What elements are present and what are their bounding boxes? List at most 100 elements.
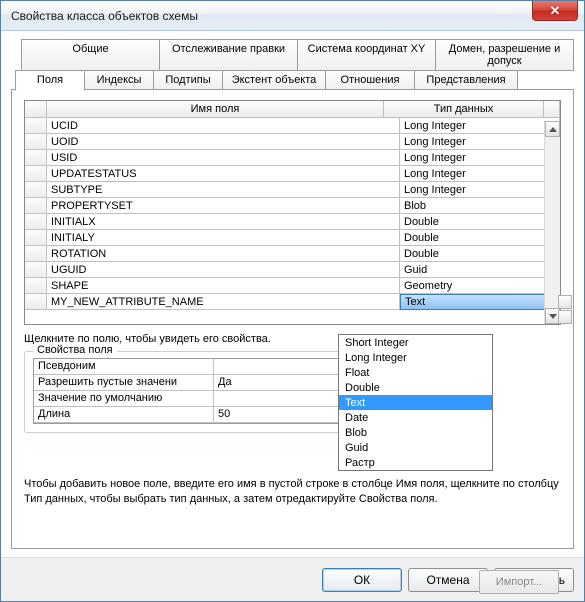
field-name-cell[interactable]: INITIALY bbox=[47, 230, 400, 246]
tab-3-upper[interactable]: Домен, разрешение и допуск bbox=[435, 39, 574, 71]
field-name-cell[interactable]: UOID bbox=[47, 134, 400, 150]
property-row[interactable]: Значение по умолчанию bbox=[34, 391, 352, 407]
table-row[interactable]: UCIDLong Integer bbox=[25, 118, 560, 134]
field-type-cell[interactable]: Long Integer bbox=[400, 182, 560, 198]
nub-1[interactable] bbox=[558, 295, 572, 309]
grid-header-type[interactable]: Тип данных bbox=[384, 101, 544, 118]
dropdown-option[interactable]: Растр bbox=[339, 455, 492, 470]
field-type-cell[interactable]: Long Integer bbox=[400, 118, 560, 134]
table-row[interactable]: UGUIDGuid bbox=[25, 262, 560, 278]
field-type-cell[interactable]: Geometry bbox=[400, 278, 560, 294]
field-name-cell[interactable]: ROTATION bbox=[47, 246, 400, 262]
table-row[interactable]: INITIALYDouble bbox=[25, 230, 560, 246]
grid-header: Имя поля Тип данных bbox=[25, 101, 560, 118]
row-header[interactable] bbox=[25, 166, 47, 182]
content-area: ОбщиеОтслеживание правкиСистема координа… bbox=[1, 31, 584, 557]
dropdown-option[interactable]: Guid bbox=[339, 440, 492, 455]
tab-5-lower[interactable]: Представления bbox=[414, 70, 518, 90]
dropdown-option[interactable]: Float bbox=[339, 365, 492, 380]
field-name-cell[interactable]: UCID bbox=[47, 118, 400, 134]
field-name-cell[interactable]: UGUID bbox=[47, 262, 400, 278]
field-type-cell[interactable]: Double bbox=[400, 214, 560, 230]
table-row[interactable]: USIDLong Integer bbox=[25, 150, 560, 166]
grid-header-scroll-gap bbox=[544, 101, 560, 118]
scroll-up-button[interactable] bbox=[545, 121, 560, 137]
field-type-cell[interactable]: Double bbox=[400, 246, 560, 262]
close-icon: ✕ bbox=[550, 3, 561, 19]
tab-0-lower[interactable]: Поля bbox=[15, 70, 85, 91]
field-name-cell[interactable]: USID bbox=[47, 150, 400, 166]
table-row[interactable]: PROPERTYSETBlob bbox=[25, 198, 560, 214]
nub-2[interactable] bbox=[558, 310, 572, 324]
row-header[interactable] bbox=[25, 246, 47, 262]
property-row[interactable]: Разрешить пустые значениДа bbox=[34, 375, 352, 391]
property-key: Псевдоним bbox=[34, 359, 214, 375]
row-header[interactable] bbox=[25, 278, 47, 294]
property-row[interactable]: Длина50 bbox=[34, 407, 352, 423]
property-value[interactable] bbox=[214, 359, 352, 375]
table-row[interactable]: SHAPEGeometry bbox=[25, 278, 560, 294]
tab-3-lower[interactable]: Экстент объекта bbox=[222, 70, 326, 90]
tab-2-lower[interactable]: Подтипы bbox=[153, 70, 223, 90]
row-header[interactable] bbox=[25, 198, 47, 214]
table-row[interactable]: INITIALXDouble bbox=[25, 214, 560, 230]
field-name-cell[interactable]: UPDATESTATUS bbox=[47, 166, 400, 182]
field-name-cell[interactable]: PROPERTYSET bbox=[47, 198, 400, 214]
row-header[interactable] bbox=[25, 294, 47, 310]
table-row[interactable]: ROTATIONDouble bbox=[25, 246, 560, 262]
grid-header-name[interactable]: Имя поля bbox=[47, 101, 384, 118]
dropdown-option[interactable]: Text bbox=[339, 395, 492, 410]
window-title: Свойства класса объектов схемы bbox=[11, 9, 198, 23]
row-header[interactable] bbox=[25, 230, 47, 246]
dialog-window: Свойства класса объектов схемы ✕ ОбщиеОт… bbox=[0, 0, 585, 602]
field-type-cell[interactable]: Double bbox=[400, 230, 560, 246]
field-name-cell[interactable]: MY_NEW_ATTRIBUTE_NAME bbox=[47, 294, 400, 310]
tab-1-upper[interactable]: Отслеживание правки bbox=[159, 39, 298, 71]
field-type-cell[interactable]: Long Integer bbox=[400, 134, 560, 150]
row-header[interactable] bbox=[25, 214, 47, 230]
datatype-dropdown[interactable]: Short IntegerLong IntegerFloatDoubleText… bbox=[338, 334, 493, 471]
dropdown-option[interactable]: Short Integer bbox=[339, 335, 492, 350]
field-type-cell[interactable]: Text bbox=[400, 294, 560, 310]
property-value[interactable] bbox=[214, 391, 352, 407]
table-row[interactable]: SUBTYPELong Integer bbox=[25, 182, 560, 198]
table-row[interactable]: MY_NEW_ATTRIBUTE_NAMEText bbox=[25, 294, 560, 310]
row-header[interactable] bbox=[25, 150, 47, 166]
table-row[interactable]: UPDATESTATUSLong Integer bbox=[25, 166, 560, 182]
grid-header-rowhead bbox=[25, 101, 47, 118]
dropdown-option[interactable]: Blob bbox=[339, 425, 492, 440]
property-key: Разрешить пустые значени bbox=[34, 375, 214, 391]
import-button[interactable]: Импорт... bbox=[479, 570, 559, 594]
side-scroll-nubs bbox=[557, 294, 573, 325]
tab-row-lower: ПоляИндексыПодтипыЭкстент объектаОтношен… bbox=[15, 70, 574, 90]
tab-2-upper[interactable]: Система координат XY bbox=[297, 39, 436, 71]
cancel-button[interactable]: Отмена bbox=[408, 568, 488, 592]
property-row[interactable]: Псевдоним bbox=[34, 359, 352, 375]
row-header[interactable] bbox=[25, 182, 47, 198]
table-row[interactable]: UOIDLong Integer bbox=[25, 134, 560, 150]
import-button-label: Импорт... bbox=[496, 576, 542, 588]
field-name-cell[interactable]: SHAPE bbox=[47, 278, 400, 294]
field-name-cell[interactable]: SUBTYPE bbox=[47, 182, 400, 198]
dropdown-option[interactable]: Double bbox=[339, 380, 492, 395]
tab-0-upper[interactable]: Общие bbox=[21, 39, 160, 71]
property-value[interactable]: Да bbox=[214, 375, 352, 391]
field-type-cell[interactable]: Long Integer bbox=[400, 150, 560, 166]
field-type-cell[interactable]: Long Integer bbox=[400, 166, 560, 182]
close-button[interactable]: ✕ bbox=[532, 1, 578, 21]
tab-4-lower[interactable]: Отношения bbox=[325, 70, 415, 90]
tab-row-upper: ОбщиеОтслеживание правкиСистема координа… bbox=[21, 39, 574, 71]
row-header[interactable] bbox=[25, 118, 47, 134]
field-type-cell[interactable]: Blob bbox=[400, 198, 560, 214]
field-type-cell[interactable]: Guid bbox=[400, 262, 560, 278]
ok-button[interactable]: ОК bbox=[322, 568, 402, 592]
titlebar[interactable]: Свойства класса объектов схемы ✕ bbox=[1, 1, 584, 31]
dropdown-option[interactable]: Date bbox=[339, 410, 492, 425]
field-name-cell[interactable]: INITIALX bbox=[47, 214, 400, 230]
tab-1-lower[interactable]: Индексы bbox=[84, 70, 154, 90]
property-value[interactable]: 50 bbox=[214, 407, 352, 423]
field-properties-caption: Свойства поля bbox=[33, 344, 117, 356]
dropdown-option[interactable]: Long Integer bbox=[339, 350, 492, 365]
row-header[interactable] bbox=[25, 134, 47, 150]
row-header[interactable] bbox=[25, 262, 47, 278]
